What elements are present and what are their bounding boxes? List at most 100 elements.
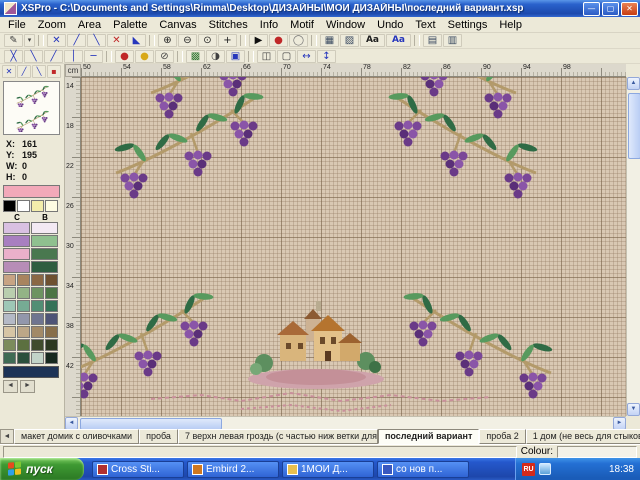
tab-item[interactable]: проба — [139, 429, 178, 444]
close-button[interactable]: ✕ — [621, 2, 638, 16]
no-stitch-tool[interactable]: ⊘ — [155, 50, 174, 63]
menu-item-settings[interactable]: Settings — [442, 18, 494, 32]
zoom-in-tool[interactable]: ⊕ — [158, 34, 177, 47]
copy-motif-button[interactable]: ◫ — [257, 50, 276, 63]
palette-swatch[interactable] — [45, 313, 58, 325]
pattern-view-button[interactable]: ▨ — [340, 34, 359, 47]
palette-swatch[interactable] — [45, 339, 58, 351]
palette-swatch[interactable] — [17, 274, 30, 286]
menu-item-stitches[interactable]: Stitches — [203, 18, 254, 32]
palette-swatch[interactable] — [3, 200, 16, 212]
palette-bottom-swatch[interactable] — [3, 366, 59, 378]
palette-swatch[interactable] — [3, 248, 30, 260]
palette-swatch[interactable] — [3, 287, 16, 299]
palette-swatch[interactable] — [3, 326, 16, 338]
taskbar-task[interactable]: со нов п... — [377, 461, 469, 478]
font-tool-black[interactable]: Aa — [360, 34, 385, 47]
vertical-scrollbar[interactable]: ▲ ▼ — [626, 77, 640, 416]
palette-swatch[interactable] — [45, 326, 58, 338]
quarter-stitch-tool[interactable]: ✕ — [107, 34, 126, 47]
palette-swatch[interactable] — [3, 261, 30, 273]
palette-swatch[interactable] — [31, 339, 44, 351]
tab-item[interactable]: 7 верхн левая гроздь (с частью ниж ветки… — [178, 429, 378, 444]
tab-active[interactable]: последний вариант — [378, 429, 479, 444]
half-stitch-back-tool[interactable]: ╲ — [87, 34, 106, 47]
minimize-button[interactable]: — — [583, 2, 600, 16]
palette-swatch[interactable] — [3, 313, 16, 325]
three-quarter-stitch-tool[interactable]: ◣ — [127, 34, 146, 47]
fill-tool[interactable]: ▩ — [186, 50, 205, 63]
pencil-dropdown[interactable]: ▾ — [24, 34, 35, 47]
taskbar-task[interactable]: 1МОИ Д... — [282, 461, 374, 478]
vertical-scroll-thumb[interactable] — [628, 93, 640, 159]
zoom-out-tool[interactable]: ⊖ — [178, 34, 197, 47]
mirror-vertical-button[interactable]: ↕ — [317, 50, 336, 63]
scroll-up-icon[interactable]: ▲ — [627, 77, 640, 90]
palette-swatch[interactable] — [17, 200, 30, 212]
swap-colors-button[interactable]: ◑ — [206, 50, 225, 63]
palette-swatch[interactable] — [45, 287, 58, 299]
mirror-horizontal-button[interactable]: ↔ — [297, 50, 316, 63]
maximize-button[interactable]: ▢ — [602, 2, 619, 16]
bead-tool[interactable]: ● — [135, 50, 154, 63]
palette-swatch[interactable] — [17, 339, 30, 351]
taskbar-task[interactable]: Embird 2... — [187, 461, 279, 478]
pencil-tool[interactable]: ✎ — [4, 34, 23, 47]
palette-swatch[interactable] — [17, 313, 30, 325]
palette-swatch[interactable] — [3, 339, 16, 351]
palette-swatch[interactable] — [17, 287, 30, 299]
horizontal-scrollbar[interactable]: ◄ ► — [65, 416, 626, 429]
french-knot-tool[interactable]: ● — [115, 50, 134, 63]
menu-item-zoom[interactable]: Zoom — [32, 18, 72, 32]
palette-swatch[interactable] — [31, 235, 58, 247]
paste-motif-button[interactable]: ▢ — [277, 50, 296, 63]
palette-swatch[interactable] — [45, 274, 58, 286]
palette-swatch[interactable] — [45, 352, 58, 364]
palette-swatch[interactable] — [31, 313, 44, 325]
half-stitch-forward-tool[interactable]: ╱ — [67, 34, 86, 47]
palette-dialog-button[interactable]: ▣ — [226, 50, 245, 63]
mini-dot[interactable]: ▪ — [47, 65, 61, 78]
palette-swatch[interactable] — [31, 326, 44, 338]
backstitch-vertical-tool[interactable]: │ — [64, 50, 83, 63]
grid-toggle-button[interactable]: ▦ — [320, 34, 339, 47]
font-tool-blue[interactable]: Aa — [386, 34, 411, 47]
palette-swatch[interactable] — [31, 248, 58, 260]
language-indicator-icon[interactable]: RU — [522, 463, 535, 476]
tab-item[interactable]: макет домик с оливочками — [14, 429, 139, 444]
palette-swatch[interactable] — [17, 300, 30, 312]
motif-thumbnail[interactable] — [6, 83, 58, 107]
backstitch-down-tool[interactable]: ╲ — [24, 50, 43, 63]
palette-swatch[interactable] — [3, 235, 30, 247]
palette-swatch[interactable] — [45, 200, 58, 212]
palette-swatch[interactable] — [3, 222, 30, 234]
palette-swatch[interactable] — [31, 222, 58, 234]
scroll-down-icon[interactable]: ▼ — [627, 403, 640, 416]
menu-item-window[interactable]: Window — [320, 18, 371, 32]
pattern-canvas[interactable] — [81, 77, 626, 416]
palette-swatch[interactable] — [31, 274, 44, 286]
motif-preview-box[interactable] — [3, 81, 60, 135]
mini-half-forward[interactable]: ╱ — [17, 65, 31, 78]
menu-item-help[interactable]: Help — [493, 18, 528, 32]
backstitch-cross-tool[interactable]: ╳ — [4, 50, 23, 63]
zoom-area-tool[interactable]: ⊙ — [198, 34, 217, 47]
palette-swatch[interactable] — [31, 261, 58, 273]
palette-swatch[interactable] — [17, 352, 30, 364]
palette-swatch[interactable] — [3, 352, 16, 364]
full-cross-stitch-tool[interactable]: ✕ — [47, 34, 66, 47]
tab-scroll-icon[interactable]: ◄ — [0, 429, 14, 444]
menu-item-area[interactable]: Area — [72, 18, 107, 32]
palette-swatch[interactable] — [31, 352, 44, 364]
palette-swatch[interactable] — [31, 287, 44, 299]
backstitch-horizontal-tool[interactable]: ─ — [84, 50, 103, 63]
motif-thumbnail[interactable] — [6, 108, 58, 132]
menu-item-info[interactable]: Info — [254, 18, 284, 32]
palette-scroll-right-icon[interactable]: ► — [20, 380, 35, 393]
menu-item-palette[interactable]: Palette — [107, 18, 153, 32]
menu-item-undo[interactable]: Undo — [371, 18, 409, 32]
tray-app-icon[interactable] — [539, 463, 551, 475]
palette-swatch[interactable] — [31, 200, 44, 212]
menu-item-motif[interactable]: Motif — [284, 18, 320, 32]
palette-swatch[interactable] — [3, 300, 16, 312]
